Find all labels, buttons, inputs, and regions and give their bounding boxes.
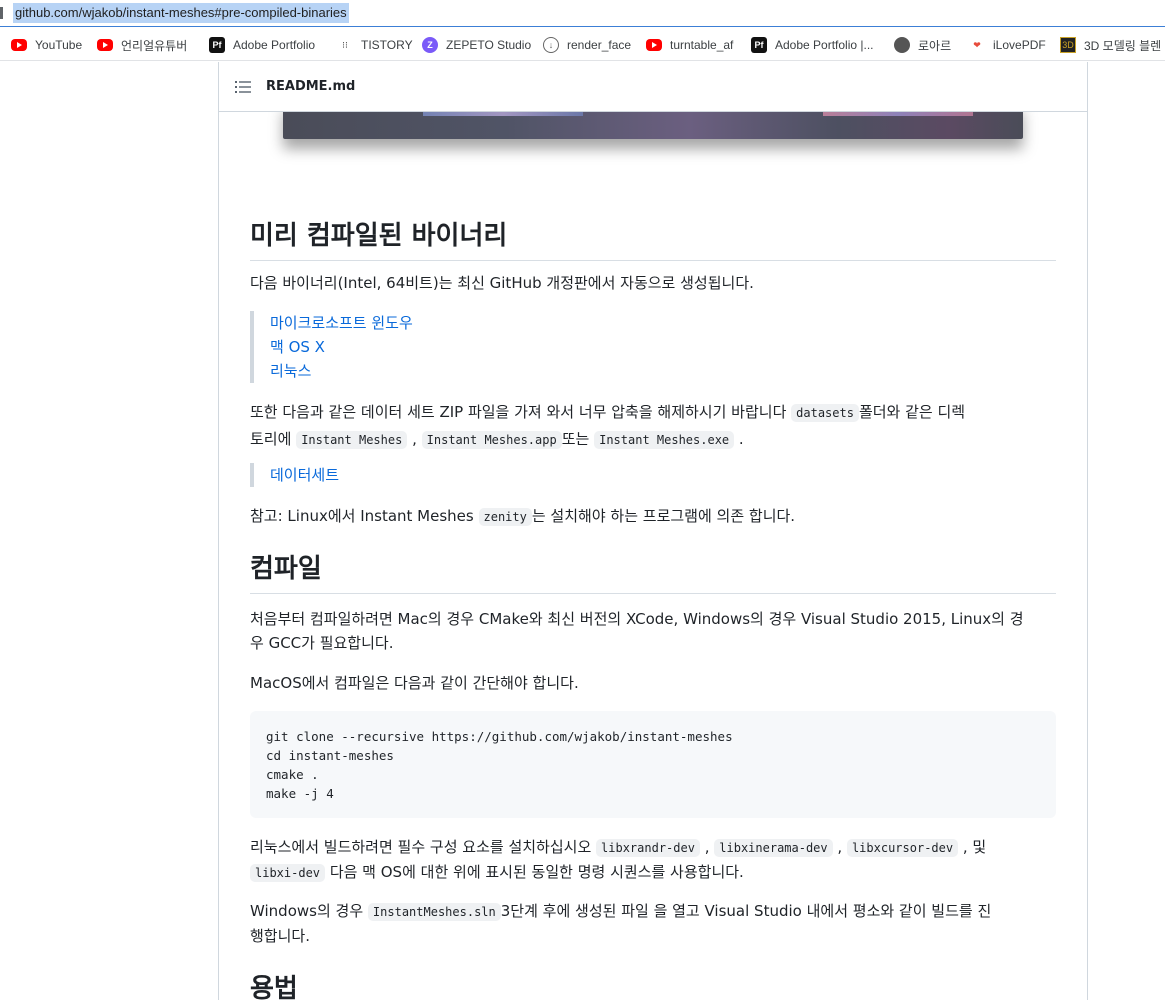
code-line: make -j 4 <box>266 786 334 801</box>
text: 및 <box>972 838 987 856</box>
bookmark-label: iLovePDF <box>993 38 1046 52</box>
bookmark-tistory[interactable]: ⁝⁝ TISTORY <box>337 36 413 54</box>
code-line: cmake . <box>266 767 319 782</box>
binaries-intro: 다음 바이너리(Intel, 64비트)는 최신 GitHub 개정판에서 자동… <box>250 274 754 292</box>
zepeto-icon: Z <box>422 37 438 53</box>
datasets-quote: 데이터세트 <box>250 463 339 487</box>
outline-list-icon[interactable] <box>235 81 251 93</box>
youtube-icon <box>11 39 27 51</box>
code-block-build[interactable]: git clone --recursive https://github.com… <box>250 711 1056 818</box>
code-instant-meshes-app: Instant Meshes.app <box>421 431 562 449</box>
readme-container: README.md 미리 컴파일된 바이너리 다음 바이너리(Intel, 64… <box>218 62 1088 1000</box>
adobe-portfolio-icon: Pf <box>751 37 767 53</box>
text: 다음 맥 OS에 대한 위에 표시된 동일한 명령 시퀀스를 사용합니다. <box>329 863 744 881</box>
text: 는 설치해야 하는 프로그램에 의존 합니다. <box>531 507 796 525</box>
text: 처음부터 컴파일하려면 Mac의 경우 CMake와 최신 버전의 XCode,… <box>250 610 1024 628</box>
site-info-icon[interactable] <box>0 7 3 19</box>
adobe-portfolio-icon: Pf <box>209 37 225 53</box>
text: 또한 다음과 같은 데이터 세트 ZIP 파일을 가져 와서 너무 압축을 해제… <box>250 403 787 421</box>
readme-header: README.md <box>219 62 1087 112</box>
code-libxrandr: libxrandr-dev <box>596 839 700 857</box>
bookmark-ilovepdf[interactable]: ❤ iLovePDF <box>969 36 1046 54</box>
text: Windows의 경우 <box>250 902 364 920</box>
code-line: git clone --recursive https://github.com… <box>266 729 733 744</box>
text: 리눅스에서 빌드하려면 필수 구성 요소를 설치하십시오 <box>250 838 592 856</box>
compile-intro: 처음부터 컴파일하려면 Mac의 경우 CMake와 최신 버전의 XCode,… <box>250 607 1056 655</box>
readme-title: README.md <box>266 79 356 94</box>
bookmark-label: 3D 모델링 블렌 <box>1084 38 1162 53</box>
youtube-icon <box>646 39 662 51</box>
bookmark-label: Adobe Portfolio <box>233 38 316 52</box>
heading-prebuilt-binaries: 미리 컴파일된 바이너리 <box>250 215 1056 261</box>
binary-links-quote: 마이크로소프트 윈도우 맥 OS X 리눅스 <box>250 311 413 383</box>
code-zenity: zenity <box>478 508 532 526</box>
bookmark-label: YouTube <box>35 38 83 52</box>
bookmark-zepeto[interactable]: Z ZEPETO Studio <box>422 36 531 54</box>
heading-compile: 컴파일 <box>250 548 1056 594</box>
link-windows[interactable]: 마이크로소프트 윈도우 <box>270 311 413 335</box>
bookmarks-bar: YouTube 언리얼유튜버 Pf Adobe Portfolio ⁝⁝ TIS… <box>0 28 1165 61</box>
code-instant-meshes: Instant Meshes <box>296 431 408 449</box>
address-bar[interactable]: github.com/wjakob/instant-meshes#pre-com… <box>0 0 1165 27</box>
bookmark-label: 언리얼유튜버 <box>121 38 188 53</box>
bookmark-adobe-portfolio[interactable]: Pf Adobe Portfolio <box>209 36 315 54</box>
linux-build-paragraph: 리눅스에서 빌드하려면 필수 구성 요소를 설치하십시오 libxrandr-d… <box>250 838 987 882</box>
bookmark-label: ZEPETO Studio <box>446 38 532 52</box>
bookmark-adobe-portfolio-2[interactable]: Pf Adobe Portfolio |... <box>751 36 874 54</box>
bookmark-label: Adobe Portfolio |... <box>775 38 874 52</box>
3d-modeling-icon: 3D <box>1060 37 1076 53</box>
youtube-icon <box>97 39 113 51</box>
bookmark-label: render_face <box>567 38 632 52</box>
code-datasets: datasets <box>791 404 859 422</box>
heading-usage: 용법 <box>250 968 1056 1000</box>
bookmark-label: turntable_af <box>670 38 734 52</box>
text: 토리에 <box>250 430 292 448</box>
text: 또는 <box>561 430 590 448</box>
text: 폴더와 같은 디렉 <box>858 403 966 421</box>
code-libxinerama: libxinerama-dev <box>714 839 833 857</box>
text: 행합니다. <box>250 927 310 945</box>
text: 우 GCC가 필요합니다. <box>250 634 394 652</box>
tistory-icon: ⁝⁝ <box>342 39 348 50</box>
macos-intro: MacOS에서 컴파일은 다음과 같이 간단해야 합니다. <box>250 674 579 692</box>
bookmark-unreal-youtuber[interactable]: 언리얼유튜버 <box>97 36 187 54</box>
code-instant-meshes-exe: Instant Meshes.exe <box>594 431 735 449</box>
globe-icon <box>894 37 910 53</box>
bookmark-label: TISTORY <box>361 38 413 52</box>
linux-note: 참고: Linux에서 Instant Meshes zenity 는 설치해야 … <box>250 504 1056 529</box>
bookmark-youtube[interactable]: YouTube <box>11 36 82 54</box>
code-line: cd instant-meshes <box>266 748 394 763</box>
bookmark-roar[interactable]: 로아르 <box>894 36 951 54</box>
windows-build-paragraph: Windows의 경우 InstantMeshes.sln 3단계 후에 생성된 … <box>250 899 1056 948</box>
code-libxcursor: libxcursor-dev <box>846 839 959 857</box>
datasets-paragraph: 또한 다음과 같은 데이터 세트 ZIP 파일을 가져 와서 너무 압축을 해제… <box>250 403 966 449</box>
text: 참고: Linux에서 Instant Meshes <box>250 507 474 525</box>
ilovepdf-icon: ❤ <box>973 39 981 50</box>
bookmark-label: 로아르 <box>918 38 952 53</box>
text: 3단계 후에 생성된 파일 을 열고 Visual Studio 내에서 평소와… <box>500 902 992 920</box>
code-sln: InstantMeshes.sln <box>367 903 501 921</box>
link-datasets[interactable]: 데이터세트 <box>270 463 339 487</box>
bookmark-3d-modeling[interactable]: 3D 3D 모델링 블렌 <box>1060 36 1161 54</box>
render-face-icon: ↓ <box>543 37 559 53</box>
code-libxi: libxi-dev <box>250 864 326 882</box>
bookmark-render-face[interactable]: ↓ render_face <box>543 36 631 54</box>
link-macos[interactable]: 맥 OS X <box>270 335 413 359</box>
link-linux[interactable]: 리눅스 <box>270 359 413 383</box>
url-text[interactable]: github.com/wjakob/instant-meshes#pre-com… <box>13 3 349 23</box>
bookmark-turntable[interactable]: turntable_af <box>646 36 733 54</box>
